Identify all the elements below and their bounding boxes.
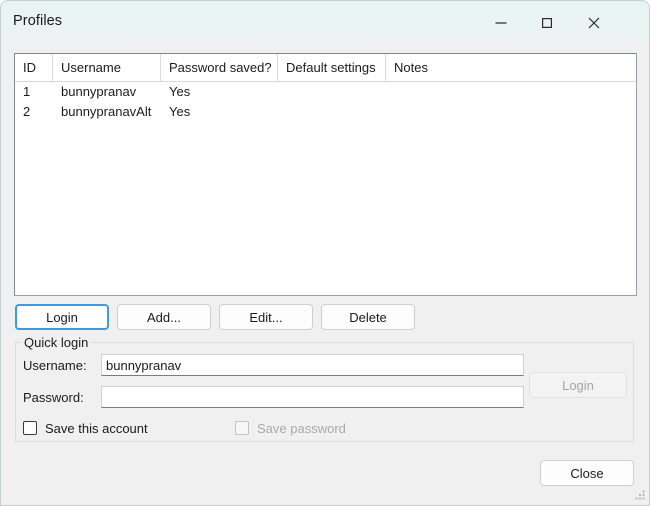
close-icon xyxy=(586,15,602,31)
quick-login-submit-button[interactable]: Login xyxy=(529,372,627,398)
quick-login-password-input[interactable] xyxy=(101,386,524,408)
quick-login-username-label: Username: xyxy=(23,358,87,373)
close-window-button[interactable] xyxy=(571,1,617,44)
column-header[interactable]: Username xyxy=(53,54,161,81)
table-cell: Yes xyxy=(169,84,191,99)
minimize-icon xyxy=(494,16,508,30)
save-this-account-checkbox[interactable]: Save this account xyxy=(23,419,148,437)
login-button[interactable]: Login xyxy=(15,304,109,330)
checkbox-box-icon xyxy=(23,421,37,435)
checkbox-box-icon xyxy=(235,421,249,435)
column-header[interactable]: Default settings xyxy=(278,54,386,81)
window-title: Profiles xyxy=(13,13,63,29)
table-row[interactable]: 1 bunnypranav Yes xyxy=(15,82,636,102)
column-header[interactable]: ID xyxy=(15,54,53,81)
column-header[interactable]: Password saved? xyxy=(161,54,278,81)
quick-login-password-label: Password: xyxy=(23,390,84,405)
table-cell xyxy=(386,102,636,122)
table-cell xyxy=(278,102,386,122)
edit-button[interactable]: Edit... xyxy=(219,304,313,330)
table-cell: 1 xyxy=(23,84,31,99)
table-cell xyxy=(386,82,636,102)
column-header[interactable]: Notes xyxy=(386,54,636,81)
title-bar[interactable]: Profiles xyxy=(1,1,649,44)
save-this-account-label: Save this account xyxy=(45,420,148,436)
profiles-dialog-window: Profiles ID Username Password saved? Defaul… xyxy=(0,0,650,506)
save-password-label: Save password xyxy=(257,420,346,436)
maximize-icon xyxy=(540,16,554,30)
table-row[interactable]: 2 bunnypranavAlt Yes xyxy=(15,102,636,122)
table-cell: Yes xyxy=(169,104,191,119)
add-button[interactable]: Add... xyxy=(117,304,211,330)
table-cell xyxy=(278,82,386,102)
delete-button[interactable]: Delete xyxy=(321,304,415,330)
close-dialog-button[interactable]: Close xyxy=(540,460,634,486)
table-cell: bunnypranav xyxy=(61,84,137,99)
maximize-button[interactable] xyxy=(524,1,570,44)
profiles-list-body[interactable]: 1 bunnypranav Yes 2 bunnypranavAlt Yes xyxy=(15,82,636,122)
table-cell: bunnypranavAlt xyxy=(61,104,152,119)
resize-grip-icon[interactable] xyxy=(633,489,646,502)
quick-login-username-input[interactable] xyxy=(101,354,524,376)
profiles-list-header: ID Username Password saved? Default setting… xyxy=(15,54,636,82)
quick-login-legend: Quick login xyxy=(21,335,92,350)
table-cell: 2 xyxy=(23,104,31,119)
profiles-list[interactable]: ID Username Password saved? Default setting… xyxy=(14,53,637,296)
save-password-checkbox: Save password xyxy=(235,419,346,437)
minimize-button[interactable] xyxy=(478,1,524,44)
